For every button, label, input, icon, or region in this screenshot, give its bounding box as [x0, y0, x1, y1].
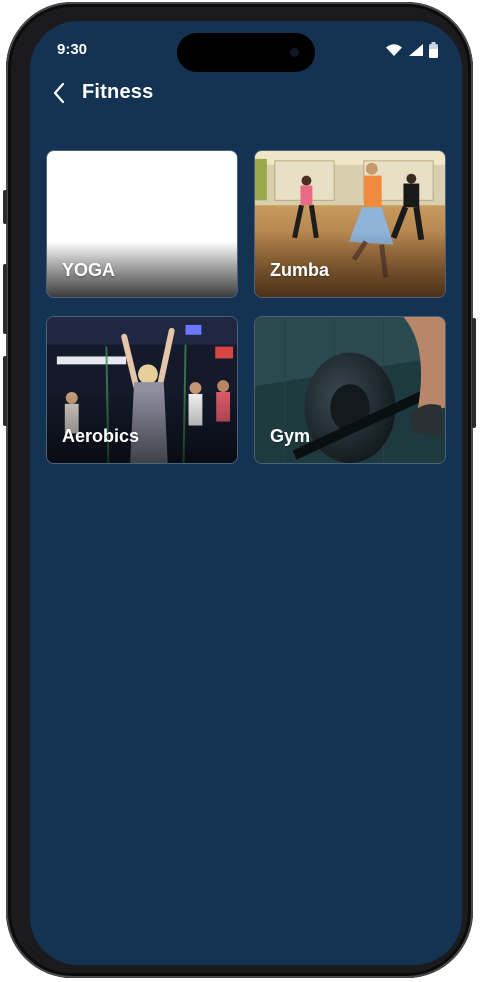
volume-down-button — [3, 356, 7, 426]
category-label: YOGA — [62, 260, 116, 280]
power-button — [472, 318, 476, 428]
page-header: Fitness — [52, 81, 153, 104]
category-card-yoga[interactable]: YOGA — [46, 150, 238, 298]
app-screen: 9:30 Fitness YOGA Zumba Aerobics Gym — [30, 21, 462, 965]
category-label: Gym — [270, 426, 311, 446]
category-card-gym[interactable]: Gym — [254, 316, 446, 464]
status-icons — [385, 42, 438, 58]
category-card-aerobics[interactable]: Aerobics — [46, 316, 238, 464]
wifi-icon — [386, 44, 402, 56]
battery-icon — [429, 42, 438, 58]
status-time: 9:30 — [57, 41, 88, 58]
category-grid: YOGA Zumba Aerobics Gym — [46, 150, 446, 464]
action-button — [3, 190, 7, 224]
page-title: Fitness — [82, 81, 154, 103]
dynamic-island — [177, 33, 315, 72]
category-label: Zumba — [270, 260, 330, 280]
phone-frame: 9:30 Fitness YOGA Zumba Aerobics Gym — [3, 2, 476, 978]
back-button[interactable] — [52, 82, 70, 103]
camera-icon — [290, 48, 299, 57]
volume-up-button — [3, 264, 7, 334]
category-label: Aerobics — [62, 426, 140, 446]
cellular-signal-icon — [409, 44, 423, 56]
category-card-zumba[interactable]: Zumba — [254, 150, 446, 298]
chevron-left-icon — [53, 82, 65, 103]
